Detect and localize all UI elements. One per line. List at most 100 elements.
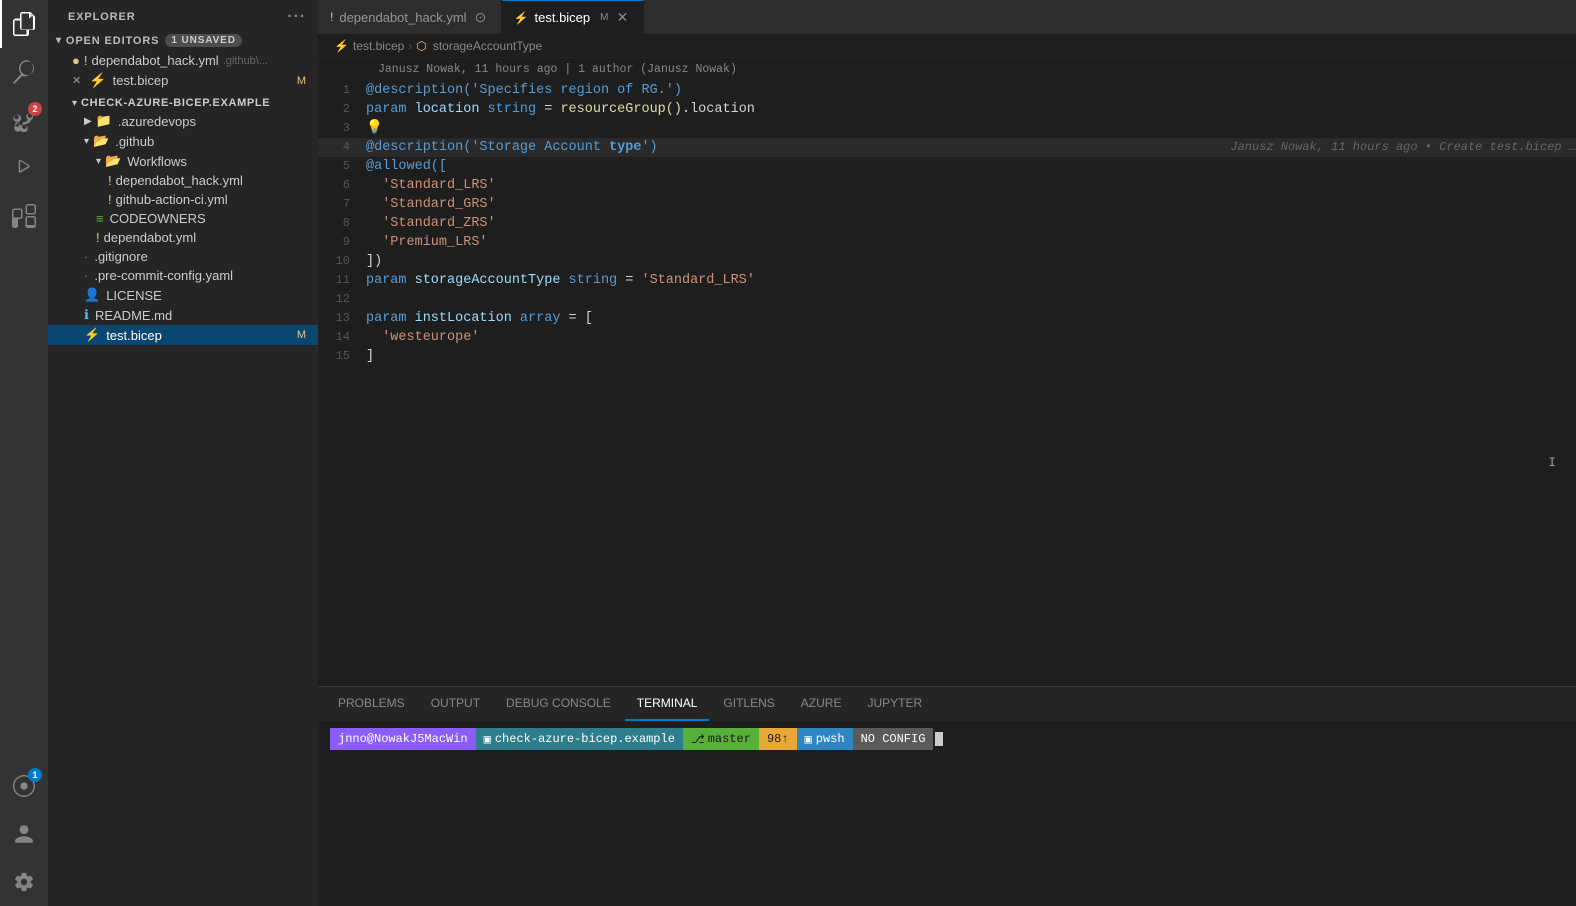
panel-tab-azure[interactable]: AZURE	[789, 687, 854, 721]
tab-close-dependabot[interactable]: ⊙	[473, 9, 489, 25]
run-activity-icon[interactable]	[0, 144, 48, 192]
tab-warning-icon: !	[330, 10, 333, 24]
code-line-2[interactable]: 2 param location string = resourceGroup(…	[318, 100, 1576, 119]
settings-activity-icon[interactable]	[0, 858, 48, 906]
code-line-5[interactable]: 5 @allowed([	[318, 157, 1576, 176]
unsaved-badge: 1 unsaved	[165, 34, 241, 47]
open-editor-dependabot-hack[interactable]: ● ! dependabot_hack.yml .github\...	[48, 51, 318, 70]
test-bicep-icon: ⚡	[84, 327, 100, 343]
code-line-9[interactable]: 9 'Premium_LRS'	[318, 233, 1576, 252]
code-line-14[interactable]: 14 'westeurope'	[318, 328, 1576, 347]
file-readme[interactable]: ℹ README.md	[48, 305, 318, 325]
terminal-noconfig-seg: NO CONFIG	[853, 728, 934, 750]
file-codeowners[interactable]: ≡ CODEOWNERS	[48, 209, 318, 228]
bicep-file-icon: ⚡	[89, 72, 106, 89]
tab-test-bicep[interactable]: ⚡ test.bicep M ✕	[502, 0, 644, 34]
main-editor-area: ! dependabot_hack.yml ⊙ ⚡ test.bicep M ✕…	[318, 0, 1576, 906]
workflows-folder-icon: 📂	[105, 153, 121, 169]
panel-tab-problems[interactable]: PROBLEMS	[326, 687, 417, 721]
source-control-badge: 2	[28, 102, 42, 116]
code-line-1[interactable]: 1 @description('Specifies region of RG.'…	[318, 81, 1576, 100]
precommit-icon: ·	[84, 268, 88, 283]
search-activity-icon[interactable]	[0, 48, 48, 96]
panel-tab-output[interactable]: OUTPUT	[419, 687, 492, 721]
terminal-content[interactable]: jnno@NowakJ5MacWin ▣check-azure-bicep.ex…	[318, 722, 1576, 906]
panel-tab-terminal[interactable]: TERMINAL	[625, 687, 710, 721]
file-warning-excl: !	[108, 173, 112, 188]
line-annotation-4: Janusz Nowak, 11 hours ago • Create test…	[1170, 138, 1576, 157]
folder-icon: 📁	[96, 113, 112, 129]
terminal-cursor	[933, 732, 943, 746]
code-line-10[interactable]: 10 ])	[318, 252, 1576, 271]
code-line-6[interactable]: 6 'Standard_LRS'	[318, 176, 1576, 195]
open-editor-test-bicep[interactable]: ✕ ⚡ test.bicep M	[48, 70, 318, 91]
code-line-11[interactable]: 11 param storageAccountType string = 'St…	[318, 271, 1576, 290]
tab-dependabot-hack[interactable]: ! dependabot_hack.yml ⊙	[318, 0, 502, 34]
file-gitignore[interactable]: · .gitignore	[48, 247, 318, 266]
code-line-15[interactable]: 15 ]	[318, 347, 1576, 366]
codeowners-icon: ≡	[96, 211, 104, 226]
file-license[interactable]: 👤 LICENSE	[48, 285, 318, 305]
tab-bar: ! dependabot_hack.yml ⊙ ⚡ test.bicep M ✕	[318, 0, 1576, 35]
workflows-chevron: ▾	[96, 156, 101, 167]
activity-bar: 2 1	[0, 0, 48, 906]
panel-tab-gitlens[interactable]: GITLENS	[711, 687, 786, 721]
cursor-indicator: I	[1548, 453, 1556, 472]
panel-tab-jupyter[interactable]: JUPYTER	[855, 687, 934, 721]
folder-open-icon: 📂	[93, 133, 109, 149]
breadcrumb: ⚡ test.bicep › ⬡ storageAccountType	[318, 35, 1576, 58]
code-line-12[interactable]: 12	[318, 290, 1576, 309]
explorer-activity-icon[interactable]	[0, 0, 48, 48]
terminal-pwsh-seg: ▣pwsh	[797, 728, 853, 750]
bicep-file-icon-bc: ⚡	[334, 39, 349, 53]
code-line-13[interactable]: 13 param instLocation array = [	[318, 309, 1576, 328]
explorer-title: EXPLORER ···	[48, 0, 318, 30]
explorer-menu-icon[interactable]: ···	[287, 8, 306, 26]
terminal-dir-seg: ▣check-azure-bicep.example	[476, 728, 683, 750]
code-line-8[interactable]: 8 'Standard_ZRS'	[318, 214, 1576, 233]
file-test-bicep[interactable]: ⚡ test.bicep M	[48, 325, 318, 345]
terminal-branch-seg: ⎇master	[683, 728, 759, 750]
accounts-activity-icon[interactable]	[0, 810, 48, 858]
code-editor[interactable]: Janusz Nowak, 11 hours ago | 1 author (J…	[318, 58, 1576, 686]
code-line-3[interactable]: 3 💡	[318, 119, 1576, 138]
remote-activity-icon[interactable]: 1	[0, 762, 48, 810]
project-root[interactable]: ▾ CHECK-AZURE-BICEP.EXAMPLE	[48, 95, 318, 111]
source-control-activity-icon[interactable]: 2	[0, 96, 48, 144]
git-blame-bar: Janusz Nowak, 11 hours ago | 1 author (J…	[318, 58, 1576, 81]
file-precommit[interactable]: · .pre-commit-config.yaml	[48, 266, 318, 285]
breadcrumb-file[interactable]: test.bicep	[353, 39, 404, 53]
file-warning-icon: !	[84, 53, 88, 68]
panel-tabs: PROBLEMS OUTPUT DEBUG CONSOLE TERMINAL G…	[318, 687, 1576, 722]
file-dependabot[interactable]: ! dependabot.yml	[48, 228, 318, 247]
panel-tab-debug-console[interactable]: DEBUG CONSOLE	[494, 687, 623, 721]
folder-github[interactable]: ▾ 📂 .github	[48, 131, 318, 151]
close-icon[interactable]: ✕	[72, 74, 81, 87]
open-editors-header[interactable]: ▾ OPEN EDITORS 1 unsaved	[48, 30, 318, 51]
warning-icon: ●	[72, 53, 80, 68]
code-line-4[interactable]: 4 @description('Storage Account type') J…	[318, 138, 1576, 157]
sidebar: EXPLORER ··· ▾ OPEN EDITORS 1 unsaved ● …	[48, 0, 318, 906]
tab-close-bicep[interactable]: ✕	[615, 10, 631, 26]
tab-modified-indicator: M	[600, 12, 608, 23]
project-chevron: ▾	[72, 98, 77, 109]
license-icon: 👤	[84, 287, 100, 303]
breadcrumb-symbol[interactable]: storageAccountType	[433, 39, 542, 53]
code-line-7[interactable]: 7 'Standard_GRS'	[318, 195, 1576, 214]
folder-chevron: ▶	[84, 116, 92, 127]
folder-chevron-open: ▾	[84, 136, 89, 147]
file-dependabot-hack[interactable]: ! dependabot_hack.yml	[48, 171, 318, 190]
remote-badge: 1	[28, 768, 42, 782]
terminal-user-seg: jnno@NowakJ5MacWin	[330, 728, 476, 750]
folder-azuredevops[interactable]: ▶ 📁 .azuredevops	[48, 111, 318, 131]
terminal-prompt: jnno@NowakJ5MacWin ▣check-azure-bicep.ex…	[330, 728, 1564, 750]
open-editors-chevron: ▾	[56, 35, 62, 46]
file-github-action[interactable]: ! github-action-ci.yml	[48, 190, 318, 209]
readme-icon: ℹ	[84, 307, 89, 323]
file-warning-excl2: !	[108, 192, 112, 207]
dependabot-warning-icon: !	[96, 230, 100, 245]
tab-bicep-icon: ⚡	[514, 11, 529, 25]
extensions-activity-icon[interactable]	[0, 192, 48, 240]
folder-workflows[interactable]: ▾ 📂 Workflows	[48, 151, 318, 171]
symbol-icon: ⬡	[416, 39, 426, 53]
